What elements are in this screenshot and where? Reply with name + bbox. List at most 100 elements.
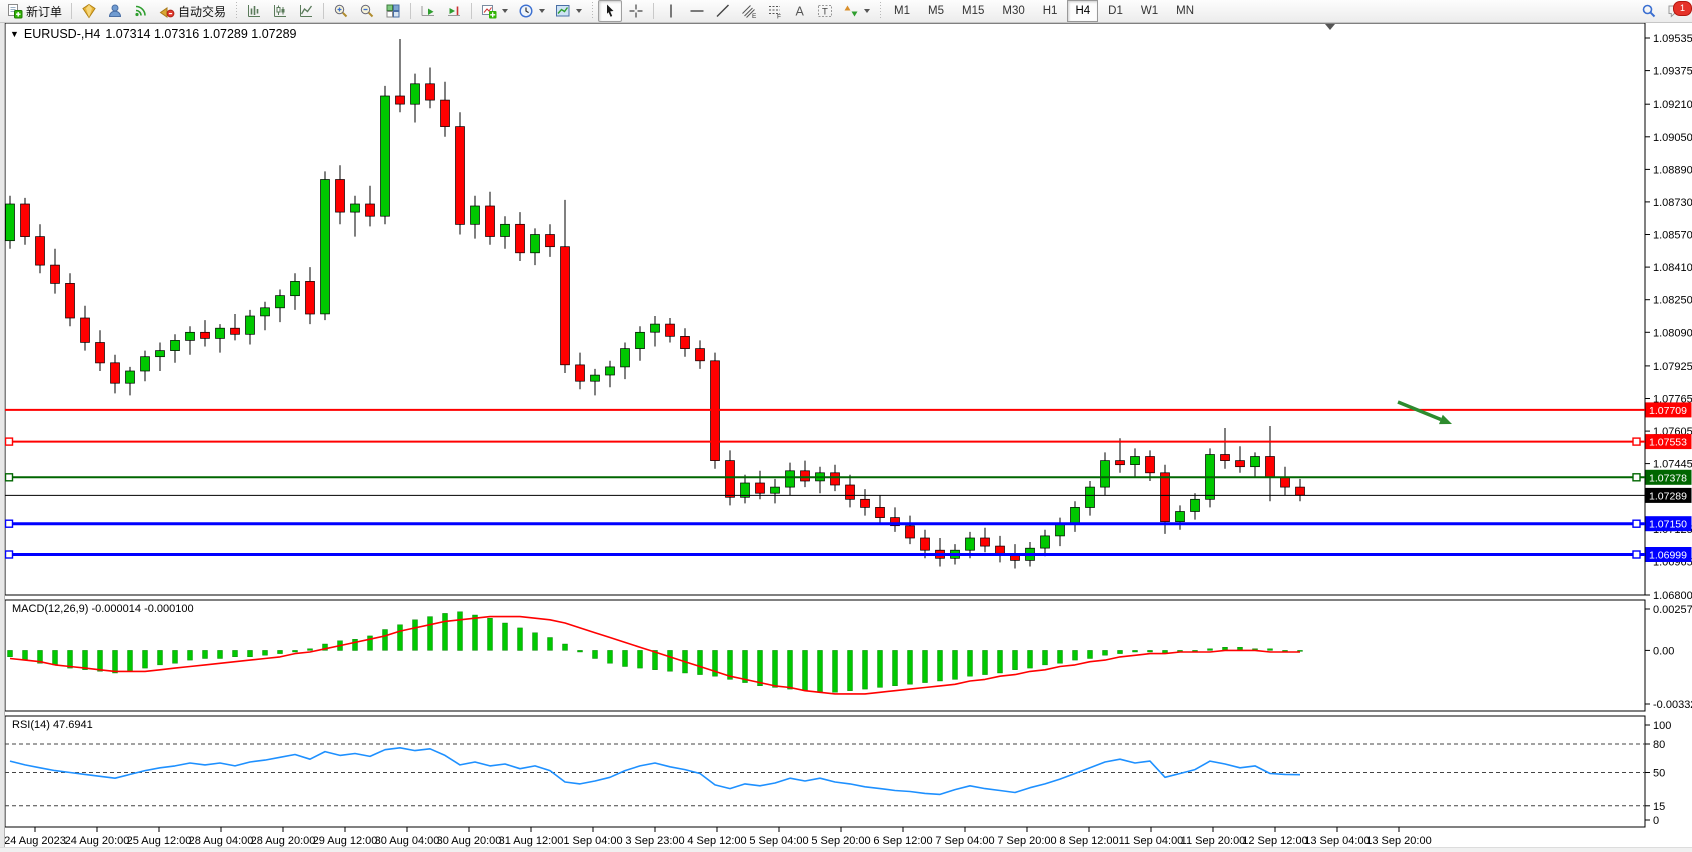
tf-button-m15[interactable]: M15 bbox=[954, 0, 992, 22]
tile-windows-button[interactable] bbox=[381, 0, 405, 22]
svg-text:1.07925: 1.07925 bbox=[1653, 361, 1692, 373]
separator bbox=[71, 3, 72, 19]
svg-text:1.07445: 1.07445 bbox=[1653, 459, 1692, 471]
time-axis[interactable]: 24 Aug 202324 Aug 20:0025 Aug 12:0028 Au… bbox=[4, 827, 1432, 847]
signals-icon bbox=[133, 3, 149, 19]
rsi-axis[interactable]: 1008050150 bbox=[1645, 720, 1671, 827]
tf-button-m30[interactable]: M30 bbox=[994, 0, 1032, 22]
zoom-out-icon bbox=[359, 3, 375, 19]
price-label: 1.07709 bbox=[1649, 405, 1687, 417]
tf-button-w1[interactable]: W1 bbox=[1133, 0, 1166, 22]
line-chart-icon bbox=[298, 3, 314, 19]
svg-text:13 Sep 04:00: 13 Sep 04:00 bbox=[1304, 835, 1369, 847]
tf-button-h4[interactable]: H4 bbox=[1067, 0, 1098, 22]
separator bbox=[471, 3, 472, 19]
price-label: 1.06999 bbox=[1649, 550, 1687, 562]
svg-text:1.08250: 1.08250 bbox=[1653, 295, 1692, 307]
svg-text:0.002572: 0.002572 bbox=[1653, 604, 1692, 616]
crosshair-button[interactable] bbox=[624, 0, 648, 22]
line-chart-button[interactable] bbox=[294, 0, 318, 22]
line-anchor bbox=[6, 474, 13, 481]
line-anchor bbox=[1633, 438, 1640, 445]
fibonacci-icon: F bbox=[767, 3, 783, 19]
bar-chart-icon bbox=[246, 3, 262, 19]
new-order-button[interactable]: 新订单 bbox=[3, 0, 66, 22]
tf-button-m5[interactable]: M5 bbox=[920, 0, 952, 22]
channel-button[interactable]: E bbox=[737, 0, 761, 22]
chart-title: ▼ EURUSD-,H4 1.07314 1.07316 1.07289 1.0… bbox=[10, 27, 296, 41]
chart-expander-icon[interactable]: ▼ bbox=[10, 29, 19, 39]
periods-button[interactable] bbox=[514, 0, 549, 22]
tf-button-mn[interactable]: MN bbox=[1168, 0, 1202, 22]
svg-text:1.08090: 1.08090 bbox=[1653, 327, 1692, 339]
clock-icon bbox=[518, 3, 534, 19]
chart-shift-button[interactable] bbox=[442, 0, 466, 22]
svg-text:1 Sep 04:00: 1 Sep 04:00 bbox=[563, 835, 622, 847]
line-anchor bbox=[6, 551, 13, 558]
gold-gem-icon bbox=[81, 3, 97, 19]
drag-handle[interactable] bbox=[878, 2, 882, 20]
horizontal-line-button[interactable] bbox=[685, 0, 709, 22]
price-label: 1.07553 bbox=[1649, 437, 1687, 449]
new-order-icon bbox=[7, 3, 23, 19]
tf-button-m1[interactable]: M1 bbox=[886, 0, 918, 22]
zoom-in-button[interactable] bbox=[329, 0, 353, 22]
crosshair-icon bbox=[628, 3, 644, 19]
svg-text:1.06800: 1.06800 bbox=[1653, 590, 1692, 602]
svg-text:28 Aug 20:00: 28 Aug 20:00 bbox=[251, 835, 316, 847]
trendline-icon bbox=[715, 3, 731, 19]
svg-text:80: 80 bbox=[1653, 739, 1665, 751]
window-bottom-edge bbox=[0, 847, 1692, 852]
svg-text:28 Aug 04:00: 28 Aug 04:00 bbox=[189, 835, 254, 847]
bar-chart-button[interactable] bbox=[242, 0, 266, 22]
chat-button[interactable]: 1 bbox=[1667, 3, 1684, 19]
signals-button[interactable] bbox=[129, 0, 153, 22]
chart-canvas[interactable]: 1.095351.093751.092101.090501.088901.087… bbox=[0, 0, 1692, 852]
chevron-down-icon bbox=[539, 9, 545, 13]
zoom-out-button[interactable] bbox=[355, 0, 379, 22]
panel-borders bbox=[5, 23, 1645, 827]
fibonacci-button[interactable]: F bbox=[763, 0, 787, 22]
templates-button[interactable] bbox=[551, 0, 586, 22]
svg-text:E: E bbox=[752, 13, 757, 19]
macd-axis[interactable]: 0.002572 0.00 -0.003326 bbox=[1645, 604, 1692, 711]
tf-button-d1[interactable]: D1 bbox=[1100, 0, 1131, 22]
community-button[interactable] bbox=[103, 0, 127, 22]
zoom-in-icon bbox=[333, 3, 349, 19]
drag-handle[interactable] bbox=[234, 2, 238, 20]
svg-text:A: A bbox=[796, 5, 805, 19]
svg-text:T: T bbox=[822, 7, 828, 18]
toolbar: 新订单 自动交易 bbox=[0, 0, 1692, 23]
svg-text:24 Aug 20:00: 24 Aug 20:00 bbox=[65, 835, 130, 847]
svg-text:-0.003326: -0.003326 bbox=[1653, 699, 1692, 711]
new-chart-button[interactable] bbox=[477, 0, 512, 22]
price-label: 1.07150 bbox=[1649, 519, 1687, 531]
candlestick-chart-button[interactable] bbox=[268, 0, 292, 22]
auto-trading-button[interactable]: 自动交易 bbox=[155, 0, 230, 22]
arrows-button[interactable] bbox=[839, 0, 874, 22]
window-left-edge bbox=[0, 22, 5, 852]
equidistant-channel-icon: E bbox=[741, 3, 757, 19]
cursor-button[interactable] bbox=[598, 0, 622, 22]
svg-text:30 Aug 04:00: 30 Aug 04:00 bbox=[375, 835, 440, 847]
text-button[interactable]: A bbox=[789, 0, 811, 22]
svg-text:1.08890: 1.08890 bbox=[1653, 164, 1692, 176]
tf-button-h1[interactable]: H1 bbox=[1035, 0, 1066, 22]
svg-text:1.08730: 1.08730 bbox=[1653, 197, 1692, 209]
vertical-line-button[interactable] bbox=[659, 0, 683, 22]
svg-text:15: 15 bbox=[1653, 801, 1665, 813]
tile-windows-icon bbox=[385, 3, 401, 19]
metaeditor-button[interactable] bbox=[77, 0, 101, 22]
drag-handle[interactable] bbox=[590, 2, 594, 20]
auto-scroll-button[interactable] bbox=[416, 0, 440, 22]
search-icon[interactable] bbox=[1641, 3, 1657, 19]
template-icon bbox=[555, 3, 571, 19]
svg-text:1.09050: 1.09050 bbox=[1653, 132, 1692, 144]
trendline-button[interactable] bbox=[711, 0, 735, 22]
svg-text:100: 100 bbox=[1653, 720, 1671, 732]
new-order-label: 新订单 bbox=[26, 3, 62, 20]
notification-badge: 1 bbox=[1673, 1, 1692, 16]
svg-text:0: 0 bbox=[1653, 815, 1659, 827]
svg-text:0.00: 0.00 bbox=[1653, 645, 1674, 657]
text-label-button[interactable]: T bbox=[813, 0, 837, 22]
